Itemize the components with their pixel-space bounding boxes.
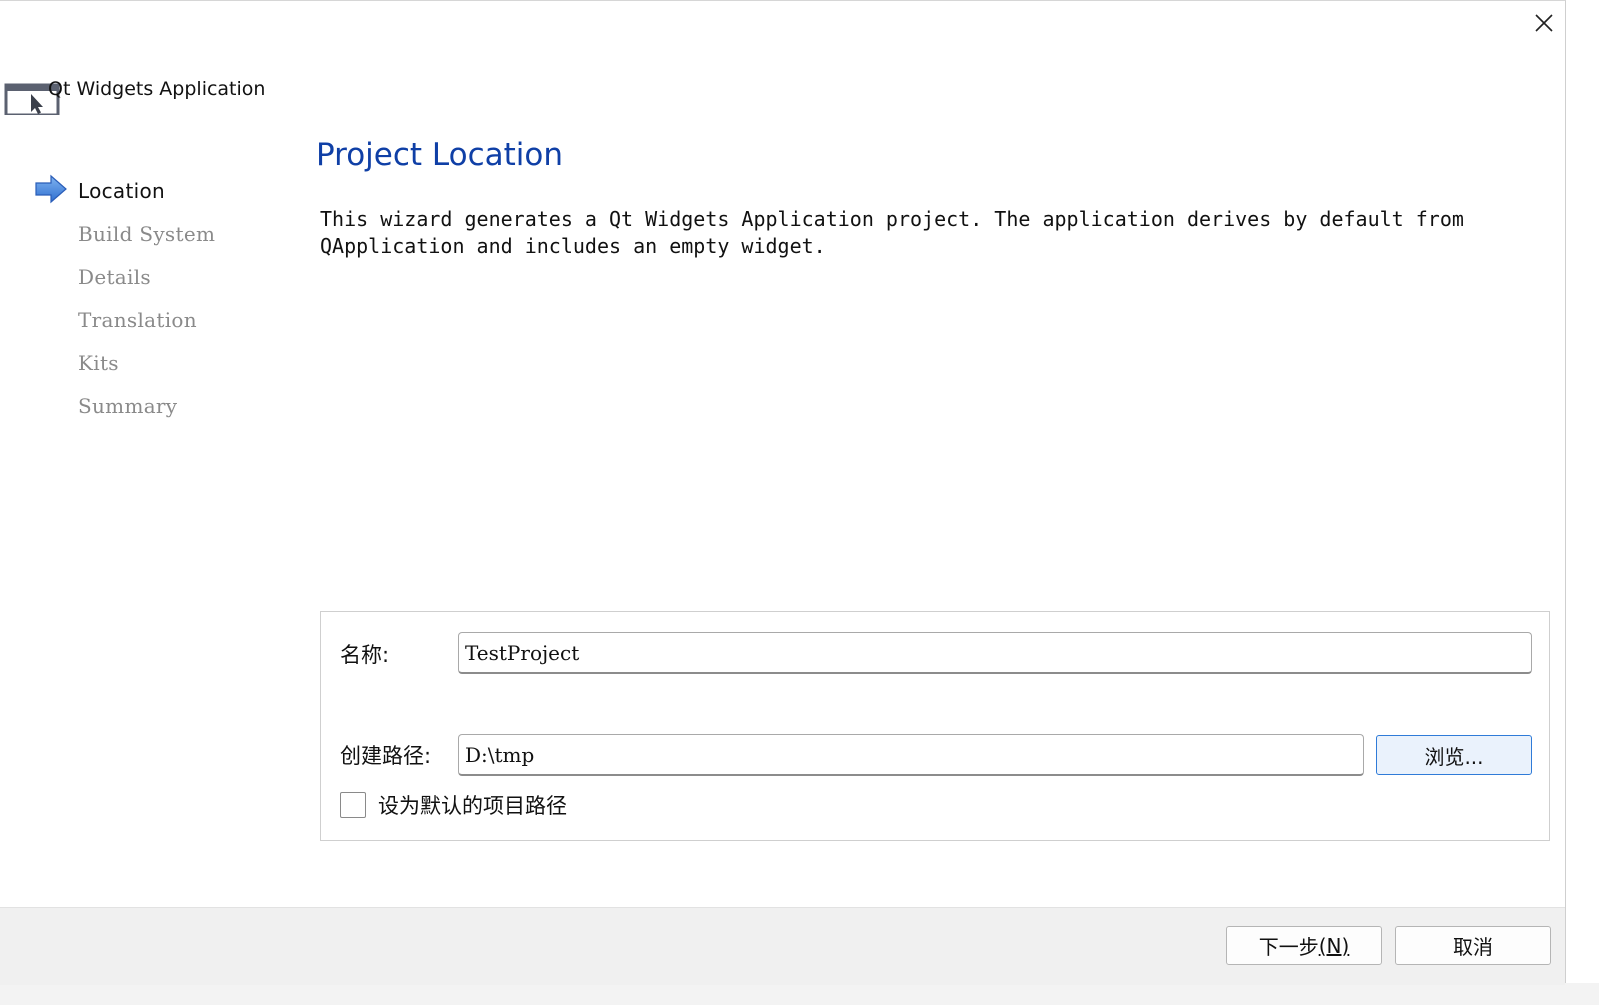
wizard-footer: 下一步 (N) 取消 [0, 907, 1565, 985]
desktop-background [0, 983, 1599, 1005]
name-label: 名称: [340, 643, 390, 667]
nav-step-kits[interactable]: Kits [34, 341, 294, 384]
wizard-steps-nav: Location Build System Details Translatio… [34, 169, 294, 427]
nav-step-build-system[interactable]: Build System [34, 212, 294, 255]
nav-step-label: Kits [78, 350, 119, 375]
default-path-checkbox[interactable] [340, 792, 366, 818]
nav-step-translation[interactable]: Translation [34, 298, 294, 341]
nav-step-label: Details [78, 264, 151, 289]
cancel-button-label: 取消 [1453, 935, 1493, 959]
nav-step-label: Location [78, 178, 165, 203]
nav-step-location[interactable]: Location [34, 169, 294, 212]
default-path-checkbox-label[interactable]: 设为默认的项目路径 [378, 790, 567, 820]
nav-step-label: Translation [78, 307, 197, 332]
project-location-group: 名称: 创建路径: 浏览... 设为默认的项目路径 [320, 611, 1550, 841]
project-path-input[interactable] [458, 734, 1364, 776]
nav-step-label: Summary [78, 393, 178, 418]
project-name-input[interactable] [458, 632, 1532, 674]
next-button[interactable]: 下一步 (N) [1226, 926, 1382, 965]
cancel-button[interactable]: 取消 [1395, 926, 1551, 965]
path-label: 创建路径: [340, 744, 432, 768]
nav-step-label: Build System [78, 221, 216, 246]
wizard-dialog: Qt Widgets Application Location Build Sy… [0, 0, 1566, 985]
window-title: Qt Widgets Application [48, 78, 266, 100]
nav-step-details[interactable]: Details [34, 255, 294, 298]
page-description: This wizard generates a Qt Widgets Appli… [320, 207, 1464, 258]
close-icon [1535, 14, 1553, 32]
page-title: Project Location [316, 137, 564, 173]
next-button-label: 下一步 [1258, 935, 1319, 959]
current-step-arrow-icon [35, 174, 67, 204]
close-button[interactable] [1528, 9, 1560, 37]
nav-step-summary[interactable]: Summary [34, 384, 294, 427]
browse-button[interactable]: 浏览... [1376, 735, 1532, 775]
next-button-mnemonic: (N) [1318, 933, 1350, 958]
